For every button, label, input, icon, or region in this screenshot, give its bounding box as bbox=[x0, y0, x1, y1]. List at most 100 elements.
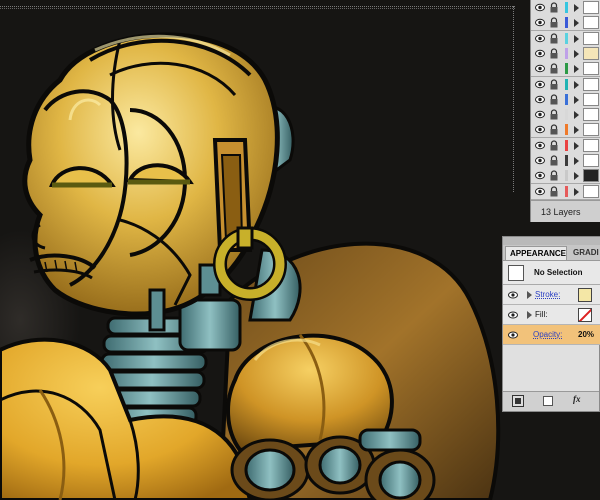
visibility-eye-icon[interactable] bbox=[535, 34, 545, 43]
artboard-guide-vertical bbox=[513, 6, 514, 192]
layer-color-swatch bbox=[565, 32, 568, 44]
layer-row[interactable] bbox=[531, 76, 600, 93]
layer-thumbnail bbox=[583, 1, 599, 14]
layer-thumbnail bbox=[583, 62, 599, 76]
visibility-eye-icon[interactable] bbox=[535, 141, 545, 150]
layer-thumbnail bbox=[583, 184, 599, 198]
layer-row[interactable] bbox=[531, 122, 600, 139]
tab-gradient[interactable]: GRADI bbox=[569, 246, 600, 260]
appearance-panel-titlebar[interactable] bbox=[503, 237, 600, 245]
layer-thumbnail bbox=[583, 16, 599, 30]
visibility-eye-icon[interactable] bbox=[535, 18, 545, 27]
lock-icon[interactable] bbox=[549, 186, 559, 197]
lock-icon[interactable] bbox=[549, 109, 559, 120]
add-new-stroke-icon[interactable] bbox=[512, 395, 524, 407]
layer-row[interactable] bbox=[531, 15, 600, 32]
add-new-fill-icon[interactable] bbox=[543, 396, 553, 406]
expand-triangle-icon[interactable] bbox=[574, 65, 579, 74]
visibility-eye-icon[interactable] bbox=[535, 3, 545, 12]
visibility-eye-icon[interactable] bbox=[535, 156, 545, 165]
visibility-eye-icon[interactable] bbox=[535, 80, 545, 89]
fill-row[interactable]: Fill: bbox=[503, 305, 600, 325]
lock-icon[interactable] bbox=[549, 94, 559, 105]
lock-icon[interactable] bbox=[549, 155, 559, 166]
layer-color-swatch bbox=[565, 155, 568, 166]
expand-triangle-icon[interactable] bbox=[574, 19, 579, 28]
layer-color-swatch bbox=[565, 170, 568, 182]
visibility-eye-icon[interactable] bbox=[535, 125, 545, 134]
layer-thumbnail bbox=[583, 92, 599, 106]
layer-color-swatch bbox=[565, 47, 568, 59]
expand-triangle-icon[interactable] bbox=[574, 111, 579, 120]
lock-icon[interactable] bbox=[549, 2, 559, 13]
layer-color-swatch bbox=[565, 124, 568, 136]
layer-color-swatch bbox=[565, 139, 568, 151]
layer-color-swatch bbox=[565, 2, 568, 13]
layer-color-swatch bbox=[565, 93, 568, 105]
expand-triangle-icon[interactable] bbox=[574, 157, 579, 165]
layer-row[interactable] bbox=[531, 153, 600, 169]
lock-icon[interactable] bbox=[549, 48, 559, 59]
stroke-label[interactable]: Stroke: bbox=[535, 290, 560, 299]
stroke-color-swatch[interactable] bbox=[578, 288, 592, 302]
expand-triangle-icon[interactable] bbox=[574, 4, 579, 12]
visibility-eye-icon[interactable] bbox=[508, 331, 518, 339]
layer-color-swatch bbox=[565, 109, 568, 121]
layer-row[interactable] bbox=[531, 107, 600, 124]
fill-label[interactable]: Fill: bbox=[535, 310, 547, 319]
lock-icon[interactable] bbox=[549, 140, 559, 151]
visibility-eye-icon[interactable] bbox=[535, 95, 545, 104]
lock-icon[interactable] bbox=[549, 33, 559, 44]
expand-triangle-icon[interactable] bbox=[574, 126, 579, 135]
visibility-eye-icon[interactable] bbox=[508, 311, 518, 319]
layer-row[interactable] bbox=[531, 45, 600, 62]
layer-row[interactable] bbox=[531, 183, 600, 200]
appearance-tab-bar: APPEARANCE GRADI bbox=[503, 245, 600, 261]
layer-thumbnail bbox=[583, 169, 599, 183]
visibility-eye-icon[interactable] bbox=[535, 171, 545, 180]
layer-row[interactable] bbox=[531, 61, 600, 78]
appearance-panel[interactable]: APPEARANCE GRADI No Selection Stroke: Fi… bbox=[502, 236, 600, 412]
layer-row[interactable] bbox=[531, 0, 600, 16]
visibility-eye-icon[interactable] bbox=[535, 110, 545, 119]
opacity-label[interactable]: Opacity: bbox=[533, 330, 562, 339]
lock-icon[interactable] bbox=[549, 170, 559, 181]
layer-row[interactable] bbox=[531, 137, 600, 154]
opacity-row[interactable]: Opacity: 20% bbox=[503, 325, 600, 345]
expand-triangle-icon[interactable] bbox=[574, 141, 579, 150]
expand-triangle-icon[interactable] bbox=[574, 172, 579, 181]
layer-row[interactable] bbox=[531, 168, 600, 185]
lock-icon[interactable] bbox=[549, 78, 559, 90]
layer-row[interactable] bbox=[531, 30, 600, 47]
expand-triangle-icon[interactable] bbox=[574, 95, 579, 104]
layers-panel[interactable]: 13 Layers bbox=[530, 0, 600, 222]
lock-icon[interactable] bbox=[549, 63, 559, 74]
expand-triangle-icon[interactable] bbox=[527, 311, 532, 319]
selection-label: No Selection bbox=[534, 268, 583, 277]
visibility-eye-icon[interactable] bbox=[535, 49, 545, 58]
layer-color-swatch bbox=[565, 17, 568, 29]
lock-icon[interactable] bbox=[549, 124, 559, 135]
visibility-eye-icon[interactable] bbox=[535, 187, 545, 196]
appearance-footer: fx bbox=[503, 391, 599, 411]
layer-count-label: 13 Layers bbox=[541, 207, 581, 217]
layer-thumbnail bbox=[583, 138, 599, 152]
opacity-value: 20% bbox=[578, 330, 595, 339]
lock-icon[interactable] bbox=[549, 17, 559, 28]
layer-thumbnail bbox=[583, 31, 599, 45]
expand-triangle-icon[interactable] bbox=[574, 49, 579, 58]
tab-appearance[interactable]: APPEARANCE bbox=[505, 246, 567, 260]
layer-thumbnail bbox=[583, 46, 599, 60]
expand-triangle-icon[interactable] bbox=[574, 187, 579, 196]
layer-color-swatch bbox=[565, 63, 568, 75]
fill-none-swatch[interactable] bbox=[578, 308, 592, 322]
expand-triangle-icon[interactable] bbox=[574, 34, 579, 43]
visibility-eye-icon[interactable] bbox=[535, 64, 545, 73]
stroke-row[interactable]: Stroke: bbox=[503, 285, 600, 305]
layer-row[interactable] bbox=[531, 91, 600, 108]
expand-triangle-icon[interactable] bbox=[574, 80, 579, 89]
add-effect-icon[interactable]: fx bbox=[573, 394, 581, 404]
expand-triangle-icon[interactable] bbox=[527, 291, 532, 299]
visibility-eye-icon[interactable] bbox=[508, 291, 518, 299]
layer-thumbnail bbox=[583, 123, 599, 137]
